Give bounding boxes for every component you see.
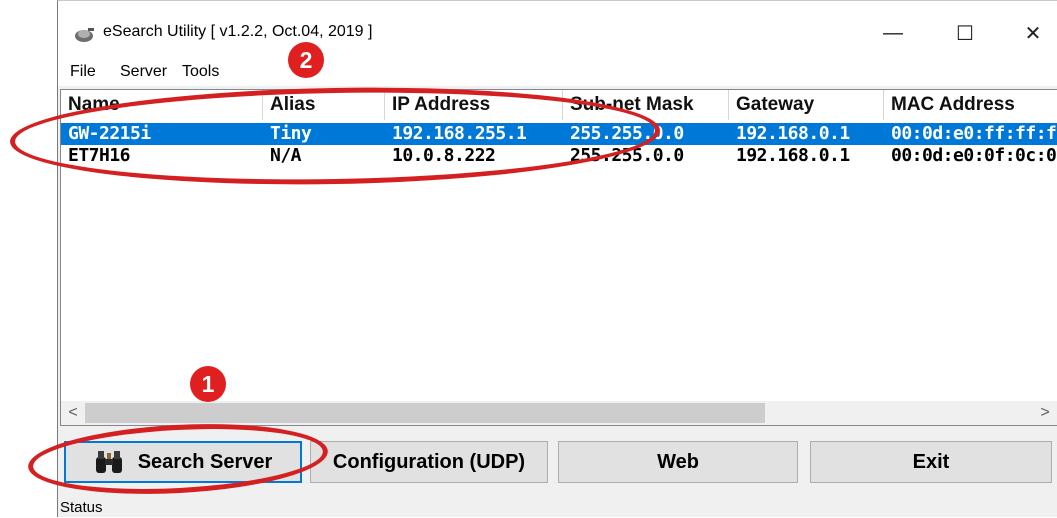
scroll-right-arrow-icon[interactable]: >: [1035, 403, 1055, 423]
status-bar: Status: [58, 496, 1057, 518]
column-header-gateway[interactable]: Gateway: [729, 90, 884, 120]
web-button[interactable]: Web: [558, 441, 798, 483]
menu-file[interactable]: File: [70, 63, 96, 81]
cell-mac: 00:0d:e0:ff:ff:ff: [891, 123, 1057, 144]
configuration-udp-button[interactable]: Configuration (UDP): [310, 441, 548, 483]
cell-gateway: 192.168.0.1: [736, 123, 850, 144]
horizontal-scrollbar[interactable]: < >: [61, 401, 1057, 425]
scrollbar-thumb[interactable]: [85, 403, 765, 423]
cell-gateway: 192.168.0.1: [736, 145, 850, 166]
status-text: Status: [60, 499, 103, 516]
title-bar: eSearch Utility [ v1.2.2, Oct.04, 2019 ]…: [58, 1, 1057, 56]
annotation-badge-1: 1: [190, 366, 226, 402]
exit-button[interactable]: Exit: [810, 441, 1052, 483]
annotation-badge-2: 2: [288, 42, 324, 78]
menu-tools[interactable]: Tools: [182, 63, 219, 81]
minimize-button[interactable]: —: [868, 15, 918, 51]
menu-server[interactable]: Server: [120, 63, 167, 81]
network-search-icon: [75, 28, 94, 42]
scroll-left-arrow-icon[interactable]: <: [63, 403, 83, 423]
maximize-button[interactable]: ☐: [940, 15, 990, 51]
cell-mac: 00:0d:e0:0f:0c:0: [891, 145, 1057, 166]
window-title: eSearch Utility [ v1.2.2, Oct.04, 2019 ]: [103, 23, 373, 40]
close-button[interactable]: ✕: [1008, 15, 1057, 51]
column-header-mac[interactable]: MAC Address: [884, 90, 1057, 120]
